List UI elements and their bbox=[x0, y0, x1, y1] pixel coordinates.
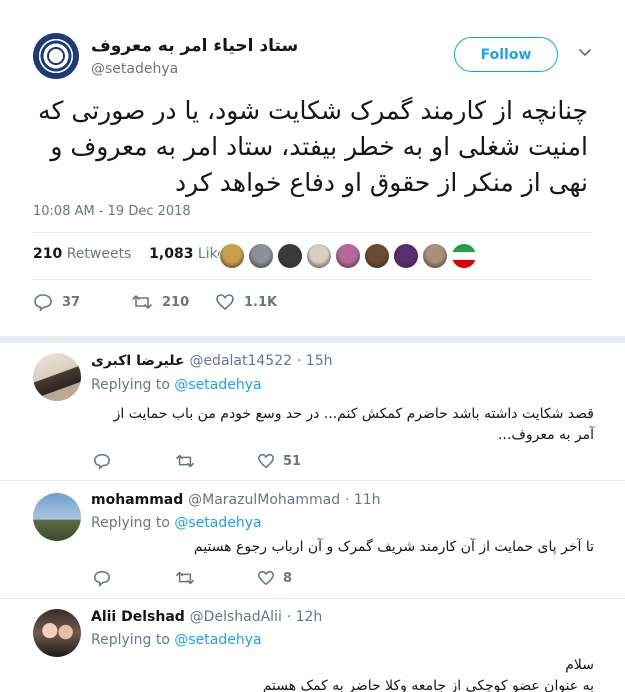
retweet-action[interactable] bbox=[175, 569, 257, 587]
divider bbox=[0, 480, 625, 481]
like-action[interactable]: 51 bbox=[257, 452, 301, 470]
replying-to-link[interactable]: @setadehya bbox=[174, 632, 261, 648]
author-name[interactable]: ستاد احیاء امر به معروف bbox=[91, 36, 298, 56]
replying-to: Replying to @setadehya bbox=[91, 377, 262, 393]
heart-icon bbox=[258, 570, 274, 586]
liker-avatars[interactable] bbox=[219, 243, 477, 269]
liker-avatar[interactable] bbox=[451, 243, 477, 269]
reply-text: سلام به عنوان عضو کوچکی از جامعه وکلا حا… bbox=[262, 657, 594, 692]
liker-avatar[interactable] bbox=[422, 243, 448, 269]
author-avatar[interactable] bbox=[33, 33, 79, 79]
tweet-actions: 37 210 1.1K bbox=[33, 292, 277, 312]
reply-avatar[interactable] bbox=[33, 353, 81, 401]
like-action[interactable]: 1.1K bbox=[215, 292, 277, 312]
divider bbox=[33, 279, 591, 280]
reply-action[interactable]: 37 bbox=[33, 292, 131, 312]
reply-text: تا آخر پای حمایت از آن کارمند شریف گمرک … bbox=[193, 539, 594, 555]
replying-to-link[interactable]: @setadehya bbox=[174, 377, 261, 393]
reply-icon bbox=[94, 570, 110, 587]
retweet-action[interactable]: 210 bbox=[131, 292, 215, 312]
heart-icon bbox=[216, 294, 234, 311]
retweets-stat[interactable]: 210 Retweets bbox=[33, 246, 131, 262]
chevron-down-icon[interactable] bbox=[578, 46, 592, 60]
like-action[interactable]: 8 bbox=[257, 569, 292, 587]
liker-avatar[interactable] bbox=[277, 243, 303, 269]
reply-author[interactable]: علیرضا اکبری @edalat14522 · 15h bbox=[91, 353, 332, 369]
retweet-icon bbox=[176, 571, 194, 585]
liker-avatar[interactable] bbox=[393, 243, 419, 269]
reply-action[interactable] bbox=[93, 452, 175, 470]
heart-icon bbox=[258, 453, 274, 469]
divider bbox=[33, 232, 591, 233]
reply-icon bbox=[34, 294, 52, 312]
reply-actions: 8 bbox=[93, 569, 292, 587]
replying-to: Replying to @setadehya bbox=[91, 515, 262, 531]
reply-avatar[interactable] bbox=[33, 609, 81, 657]
tweet-timestamp[interactable]: 10:08 AM - 19 Dec 2018 bbox=[33, 204, 191, 219]
reply-icon bbox=[94, 453, 110, 470]
reply-text: قصد شکایت داشته باشد حاضرم کمکش کنم... د… bbox=[113, 406, 594, 443]
reply-author[interactable]: mohammad @MarazulMohammad · 11h bbox=[91, 492, 381, 508]
follow-button[interactable]: Follow bbox=[454, 37, 558, 72]
reply-actions: 51 bbox=[93, 452, 301, 470]
tweet-stats: 210 Retweets 1,083 Likes bbox=[33, 246, 233, 262]
divider bbox=[0, 598, 625, 599]
reply-action[interactable] bbox=[93, 569, 175, 587]
retweet-icon bbox=[176, 454, 194, 468]
replying-to-link[interactable]: @setadehya bbox=[174, 515, 261, 531]
reply-author[interactable]: Alii Delshad @DelshadAlii · 12h bbox=[91, 609, 322, 625]
liker-avatar[interactable] bbox=[219, 243, 245, 269]
tweet-text: چنانچه از کارمند گمرک شکایت شود، یا در ص… bbox=[38, 96, 588, 197]
liker-avatar[interactable] bbox=[248, 243, 274, 269]
replying-to: Replying to @setadehya bbox=[91, 632, 262, 648]
liker-avatar[interactable] bbox=[335, 243, 361, 269]
reply-avatar[interactable] bbox=[33, 493, 81, 541]
liker-avatar[interactable] bbox=[364, 243, 390, 269]
liker-avatar[interactable] bbox=[306, 243, 332, 269]
retweet-action[interactable] bbox=[175, 452, 257, 470]
section-divider bbox=[0, 336, 625, 343]
retweet-icon bbox=[132, 295, 152, 309]
author-handle[interactable]: @setadehya bbox=[91, 61, 178, 77]
